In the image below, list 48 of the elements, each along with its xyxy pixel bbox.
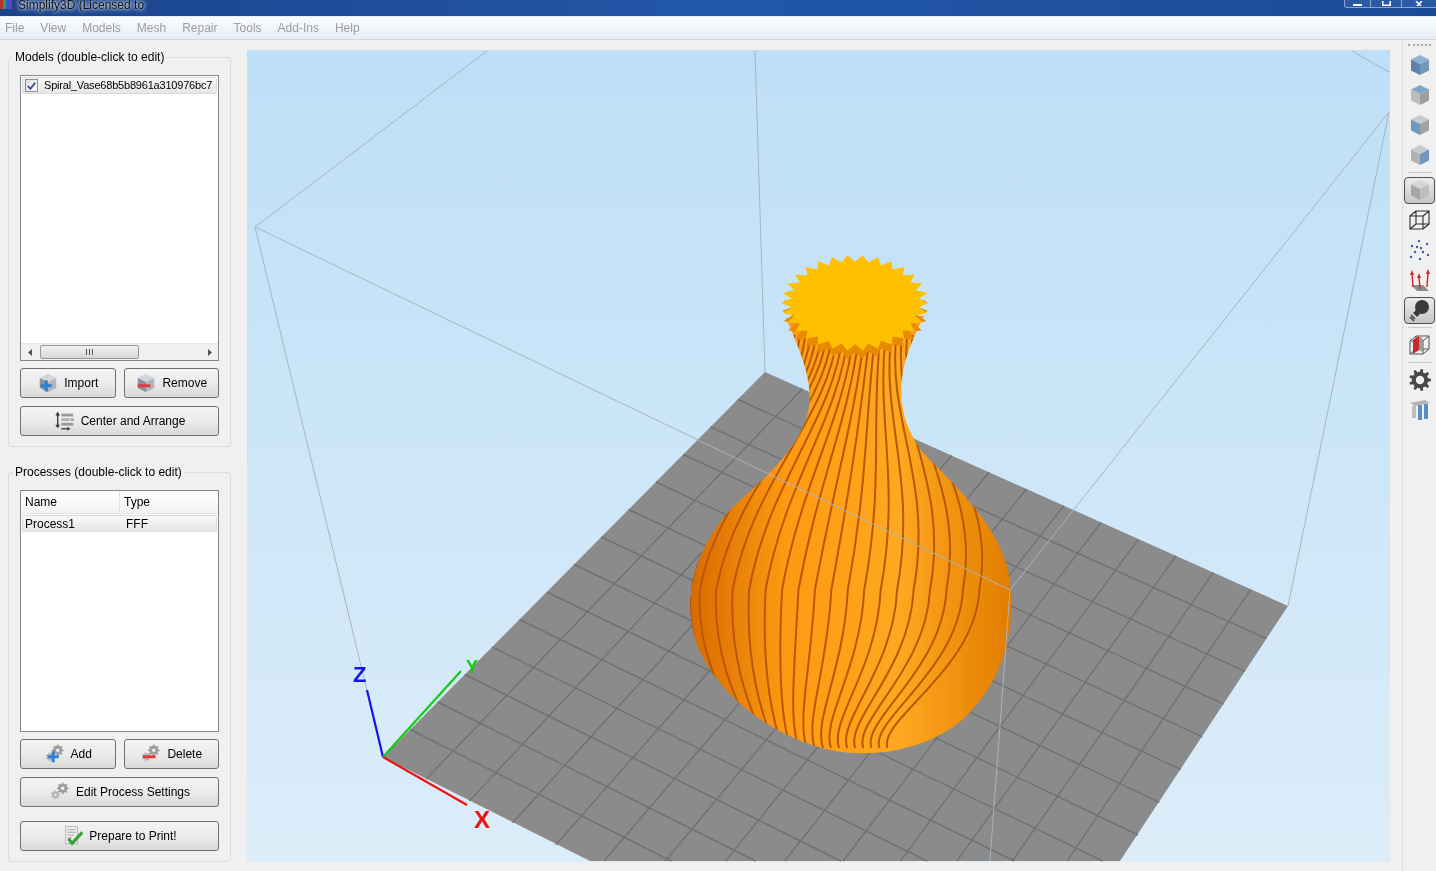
scroll-left-icon bbox=[27, 348, 32, 356]
wireframe-cube-icon bbox=[1407, 208, 1432, 232]
table-cell-text: Process1 bbox=[24, 516, 77, 531]
edit-process-settings-button[interactable]: Edit Process Settings bbox=[20, 777, 219, 807]
maximize-icon bbox=[1381, 1, 1391, 6]
settings-icon bbox=[1407, 368, 1432, 392]
minimize-icon bbox=[1353, 4, 1362, 6]
table-row[interactable]: Process1 FFF bbox=[22, 515, 217, 532]
maximize-button[interactable] bbox=[1371, 0, 1402, 8]
import-button[interactable]: Import bbox=[20, 368, 116, 398]
arrange-icon bbox=[53, 410, 76, 432]
app-logo-icon bbox=[0, 0, 12, 9]
column-header[interactable]: Type bbox=[120, 491, 218, 513]
lightbulb-icon bbox=[1407, 298, 1432, 322]
table-cell-text: FFF bbox=[125, 516, 149, 531]
z-axis-line bbox=[365, 689, 385, 758]
grip-icon bbox=[86, 349, 93, 355]
model-list-item[interactable]: Spiral_Vase68b5b8961a310976bc7 bbox=[22, 77, 217, 94]
vase-drawing[interactable] bbox=[690, 255, 1012, 754]
document-check-icon bbox=[62, 825, 85, 847]
group-title: Models (double-click to edit) bbox=[14, 51, 166, 63]
group-title: Processes (double-click to edit) bbox=[14, 466, 183, 478]
model-name: Spiral_Vase68b5b8961a310976bc7 bbox=[44, 79, 213, 92]
window-title: Simplify3D (Licensed to bbox=[18, 0, 145, 11]
toolbar-button[interactable] bbox=[1404, 176, 1435, 204]
close-button[interactable] bbox=[1402, 0, 1436, 8]
prepare-to-print-button[interactable]: Prepare to Print! bbox=[20, 821, 219, 851]
viewport-panel[interactable]: Z Y X bbox=[247, 50, 1390, 862]
add-button[interactable]: Add bbox=[20, 739, 116, 769]
horizontal-scrollbar[interactable] bbox=[21, 343, 218, 360]
normal-arrows-icon bbox=[1407, 268, 1432, 292]
column-header[interactable]: Name bbox=[21, 491, 120, 513]
remove-button[interactable]: Remove bbox=[123, 368, 219, 398]
checkmark-icon bbox=[27, 81, 36, 90]
scrollbar-thumb[interactable] bbox=[40, 345, 139, 359]
close-icon bbox=[1415, 1, 1423, 6]
minimize-button[interactable] bbox=[1344, 0, 1371, 8]
checkbox[interactable] bbox=[25, 79, 38, 92]
toolbar-button[interactable] bbox=[1404, 296, 1435, 324]
center-and-arrange-button[interactable]: Center and Arrange bbox=[20, 406, 219, 436]
axis-label: X bbox=[474, 806, 490, 833]
scroll-right-icon bbox=[207, 348, 212, 356]
axis-label: Z bbox=[353, 662, 367, 687]
delete-button[interactable]: Delete bbox=[123, 739, 219, 769]
gears-plus-icon bbox=[43, 743, 66, 765]
cross-section-icon bbox=[1407, 333, 1432, 357]
point-cloud-icon bbox=[1407, 238, 1432, 262]
axis-label: Y bbox=[466, 657, 478, 677]
